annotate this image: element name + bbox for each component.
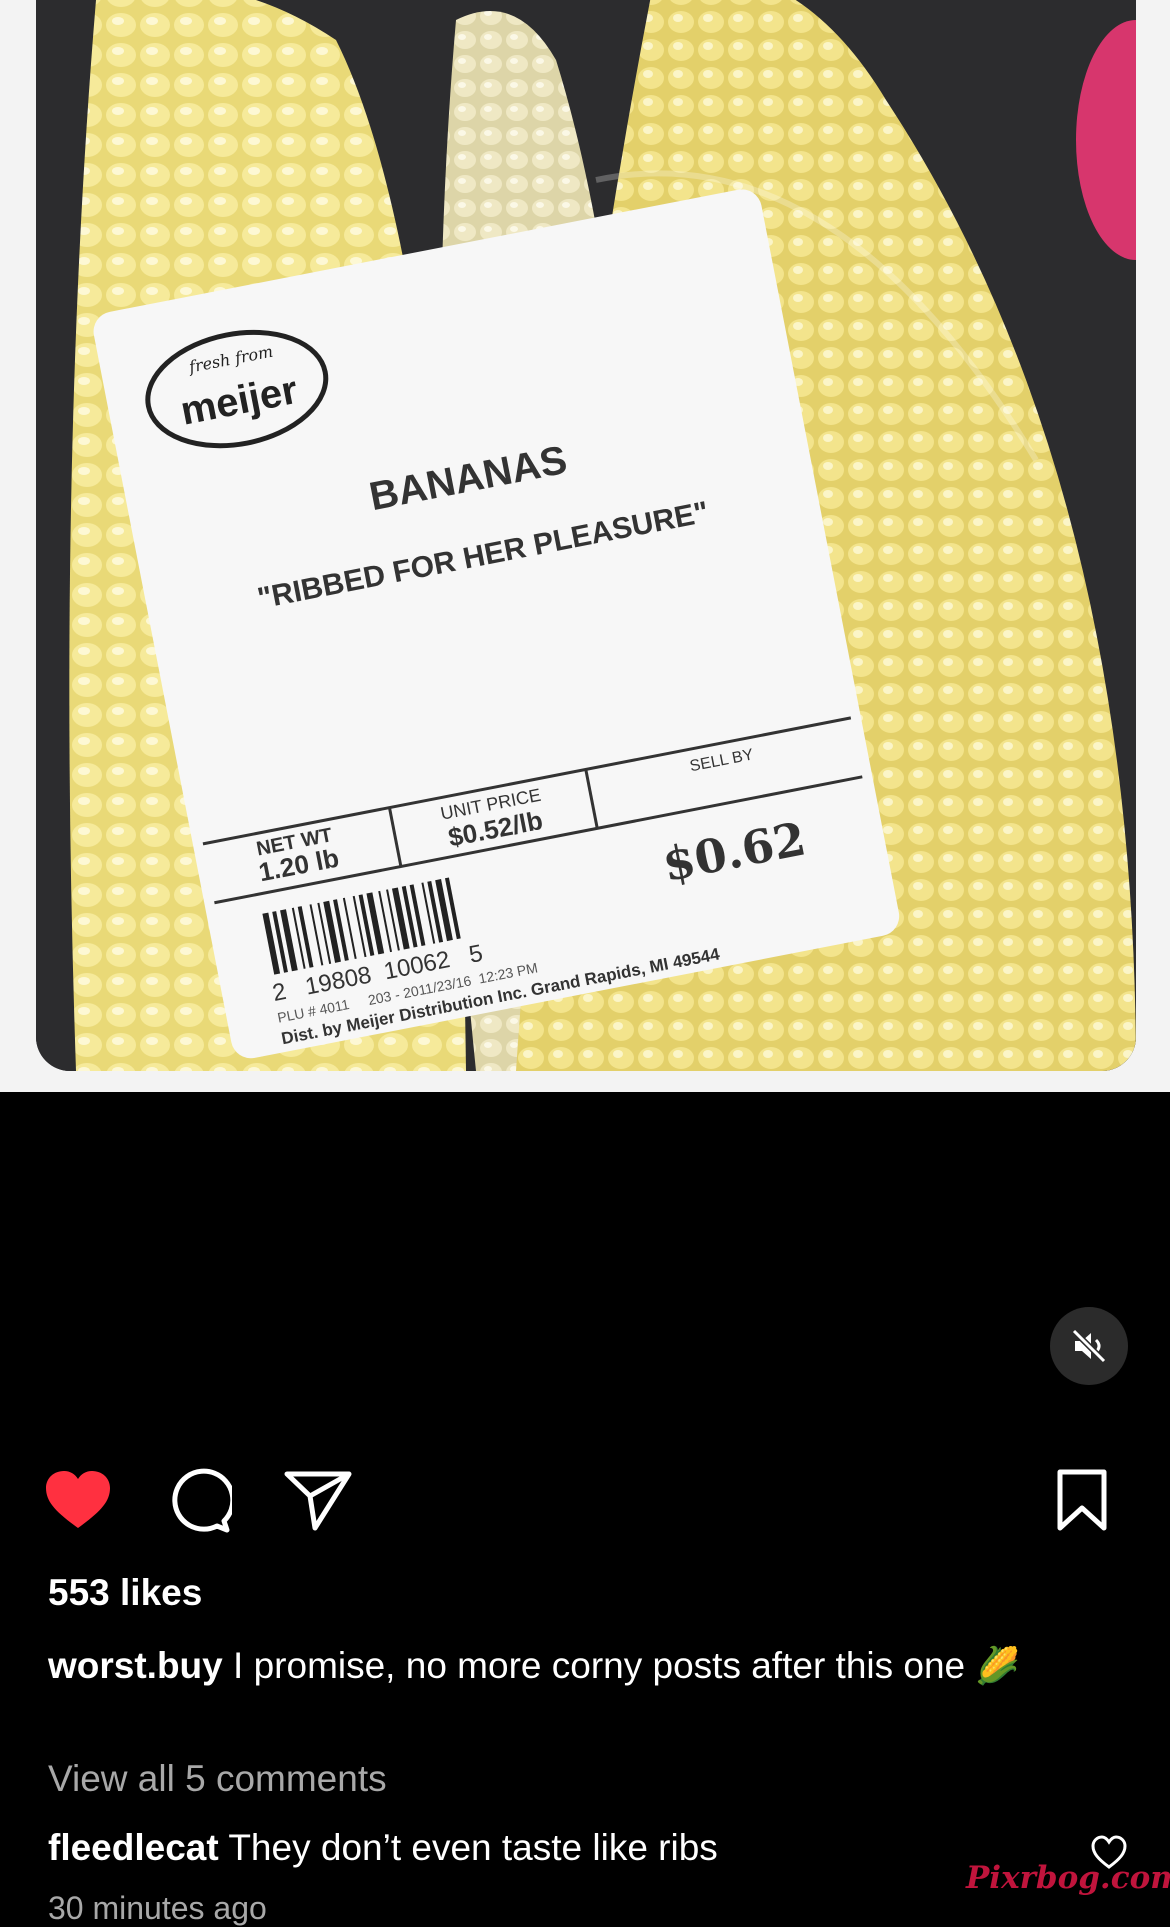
media-letterbox: [0, 1092, 1170, 1412]
comment-preview: fleedlecat They don’t even taste like ri…: [48, 1827, 718, 1869]
corn-emoji: 🌽: [975, 1645, 1021, 1686]
heart-filled-icon: [46, 1471, 110, 1528]
like-button[interactable]: [38, 1460, 118, 1540]
mute-button[interactable]: [1050, 1307, 1128, 1385]
view-all-comments-link[interactable]: View all 5 comments: [48, 1758, 387, 1800]
post-media[interactable]: fresh from meijer BANANAS "RIBBED FOR HE…: [0, 0, 1170, 1092]
comment-text: They don’t even taste like ribs: [228, 1827, 718, 1868]
caption-text: I promise, no more corny posts after thi…: [233, 1645, 966, 1686]
post-action-bar: [0, 1460, 1170, 1540]
share-button[interactable]: [278, 1460, 358, 1540]
speaker-muted-icon: [1071, 1328, 1107, 1364]
post-caption: worst.buy I promise, no more corny posts…: [48, 1642, 1088, 1690]
save-button[interactable]: [1042, 1460, 1122, 1540]
paper-plane-icon: [284, 1471, 352, 1531]
comment-bubble-icon: [172, 1468, 232, 1533]
post-image[interactable]: fresh from meijer BANANAS "RIBBED FOR HE…: [36, 0, 1136, 1071]
caption-username[interactable]: worst.buy: [48, 1645, 223, 1686]
likes-count[interactable]: 553 likes: [48, 1572, 202, 1614]
watermark: Pixrbog.com: [966, 1860, 1170, 1896]
comment-button[interactable]: [158, 1460, 238, 1540]
comment-username[interactable]: fleedlecat: [48, 1827, 219, 1868]
bookmark-icon: [1057, 1469, 1107, 1531]
post-timestamp: 30 minutes ago: [48, 1890, 267, 1926]
